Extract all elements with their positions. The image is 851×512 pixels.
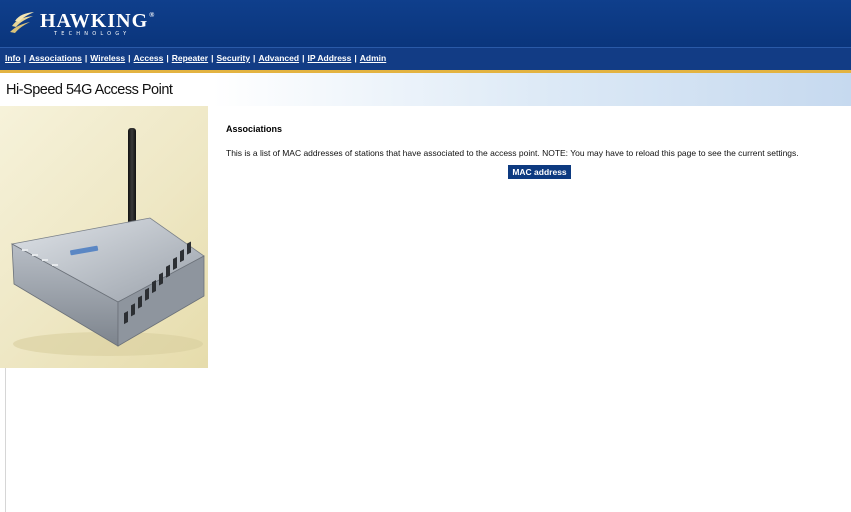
main-navigation: Info | Associations | Wireless | Access | Repeat… (0, 47, 851, 70)
nav-separator: | (253, 53, 256, 63)
main-content: Associations This is a list of MAC addre… (226, 124, 846, 180)
brand-name: HAWKING (40, 10, 149, 32)
nav-wireless[interactable]: Wireless (90, 53, 125, 63)
title-bar: Hi-Speed 54G Access Point (0, 73, 851, 106)
sidebar-divider (5, 368, 6, 512)
nav-security[interactable]: Security (217, 53, 251, 63)
wireless-access-point-image-icon (10, 128, 205, 356)
hawking-bird-logo-icon (10, 12, 34, 33)
nav-separator: | (302, 53, 305, 63)
associations-table: MAC address (226, 162, 851, 180)
nav-associations[interactable]: Associations (29, 53, 82, 63)
page-title: Hi-Speed 54G Access Point (6, 82, 173, 98)
section-heading: Associations (226, 124, 283, 134)
nav-ip-address[interactable]: IP Address (307, 53, 351, 63)
nav-separator: | (23, 53, 26, 63)
nav-separator: | (211, 53, 214, 63)
product-image-panel (0, 106, 208, 368)
nav-admin[interactable]: Admin (360, 53, 386, 63)
nav-separator: | (354, 53, 357, 63)
nav-repeater[interactable]: Repeater (172, 53, 208, 63)
mac-address-column-header: MAC address (508, 165, 571, 180)
header-banner: HAWKING ® TECHNOLOGY (0, 0, 851, 47)
nav-advanced[interactable]: Advanced (258, 53, 299, 63)
nav-separator: | (166, 53, 169, 63)
registered-mark: ® (149, 11, 156, 19)
nav-access[interactable]: Access (134, 53, 164, 63)
hawking-logo[interactable]: HAWKING ® TECHNOLOGY (6, 5, 155, 43)
nav-separator: | (84, 53, 88, 63)
nav-separator: | (128, 53, 131, 63)
section-description: This is a list of MAC addresses of stati… (226, 148, 799, 158)
brand-tagline: TECHNOLOGY (54, 31, 131, 37)
nav-info[interactable]: Info (5, 53, 21, 63)
